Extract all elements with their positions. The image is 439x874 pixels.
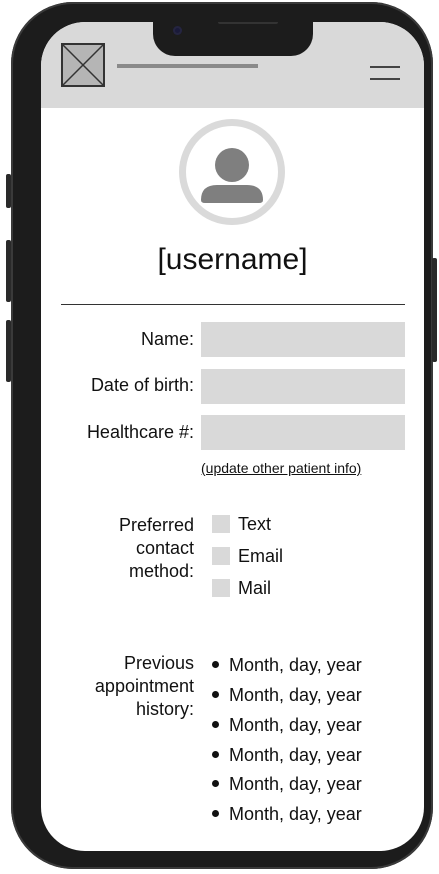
appointment-item: Month, day, year — [229, 685, 362, 705]
appointment-item: Month, day, year — [229, 804, 362, 824]
list-bullet — [212, 780, 219, 787]
dob-label: Date of birth: — [90, 375, 194, 395]
side-button-volume-up — [6, 240, 11, 302]
list-bullet — [212, 751, 219, 758]
name-field[interactable] — [201, 322, 405, 357]
image-placeholder-icon[interactable] — [61, 43, 105, 87]
divider — [61, 304, 405, 305]
hamburger-menu-icon[interactable] — [370, 66, 400, 80]
checkbox-label-email: Email — [238, 546, 284, 566]
contact-label-line: method: — [128, 561, 194, 581]
appointment-item: Month, day, year — [229, 715, 362, 735]
name-label: Name: — [140, 329, 194, 349]
side-button-mute — [6, 174, 11, 208]
update-patient-info-link[interactable]: (update other patient info) — [201, 460, 361, 476]
healthcare-label: Healthcare #: — [86, 422, 194, 442]
list-bullet — [212, 661, 219, 668]
side-button-power — [432, 258, 437, 362]
checkbox-label-mail: Mail — [238, 578, 272, 598]
appointment-item: Month, day, year — [229, 655, 362, 675]
history-label-line: appointment — [94, 676, 194, 696]
checkbox-mail[interactable] — [212, 579, 230, 597]
side-button-volume-down — [6, 320, 11, 382]
contact-label: Preferred contact method: — [119, 514, 194, 583]
checkbox-text[interactable] — [212, 515, 230, 533]
appointment-item: Month, day, year — [229, 774, 362, 794]
contact-label-line: contact — [135, 538, 194, 558]
contact-label-line: Preferred — [118, 515, 194, 535]
notch — [153, 22, 313, 56]
list-bullet — [212, 721, 219, 728]
list-bullet — [212, 810, 219, 817]
list-bullet — [212, 691, 219, 698]
checkbox-label-text: Text — [238, 514, 272, 534]
history-label: Previous appointment history: — [95, 652, 194, 721]
camera-icon — [173, 26, 182, 35]
phone-frame: [username] Name: Date of birth: Healthca… — [6, 2, 437, 869]
appointment-item: Month, day, year — [229, 745, 362, 765]
dob-field[interactable] — [201, 369, 405, 404]
header-title-placeholder — [117, 64, 258, 68]
user-avatar-icon — [179, 119, 285, 225]
speaker — [218, 22, 278, 24]
healthcare-field[interactable] — [201, 415, 405, 450]
phone-screen: [username] Name: Date of birth: Healthca… — [41, 22, 424, 851]
checkbox-email[interactable] — [212, 547, 230, 565]
username: [username] — [157, 243, 308, 276]
history-label-line: Previous — [123, 653, 194, 673]
history-label-line: history: — [135, 699, 194, 719]
